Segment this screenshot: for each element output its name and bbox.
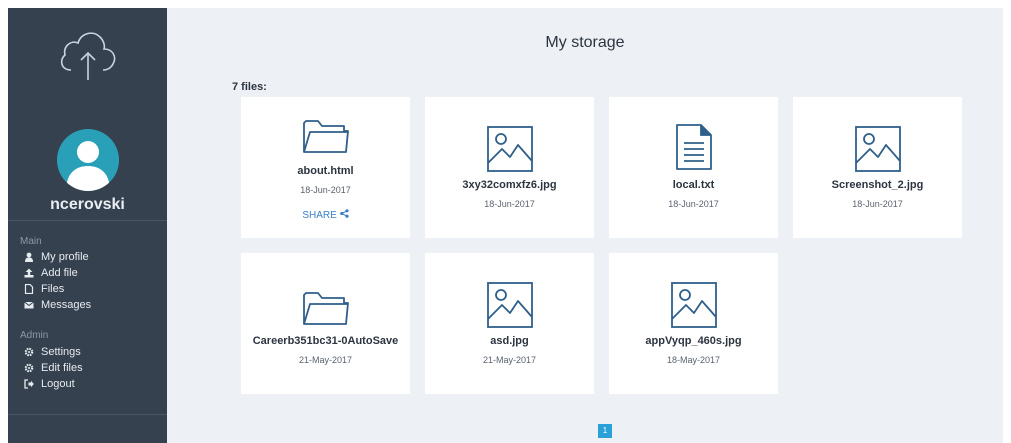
nav-item-messages[interactable]: Messages [24,298,91,312]
folder-icon [303,292,349,325]
main-content: My storage 7 files: about.html 18-Jun-20… [167,8,1003,443]
file-icon [24,284,34,294]
file-card[interactable]: Careerb351bc31-0AutoSave 21-May-2017 [241,253,410,394]
nav-item-label: Edit files [41,362,83,374]
file-count: 7 files: [232,81,267,93]
file-date: 21-May-2017 [298,355,353,365]
file-card[interactable]: local.txt 18-Jun-2017 [609,97,778,238]
file-date: 18-Jun-2017 [484,199,535,209]
share-button[interactable]: SHARE [241,209,410,221]
section-label-admin: Admin [20,330,49,341]
app-window: ncerovski Main My profile Add file Files… [8,8,1003,443]
file-card[interactable]: 3xy32comxfz6.jpg 18-Jun-2017 [425,97,594,238]
avatar[interactable] [57,129,119,191]
file-name: 3xy32comxfz6.jpg [462,179,557,191]
username: ncerovski [50,196,125,213]
file-name: about.html [297,165,354,177]
gear-icon [24,363,34,373]
share-label: SHARE [302,210,337,221]
user-icon [25,252,33,262]
envelope-icon [24,301,34,309]
cloud-upload-icon [60,32,116,80]
file-name: Screenshot_2.jpg [831,179,924,191]
file-card[interactable]: Screenshot_2.jpg 18-Jun-2017 [793,97,962,238]
nav-item-label: Files [41,283,65,295]
folder-icon [303,120,349,153]
file-name: asd.jpg [490,335,529,347]
nav-item-label: Settings [41,346,81,358]
divider [8,220,167,221]
file-date: 18-Jun-2017 [668,199,719,209]
nav-item-label: Logout [41,378,75,390]
file-name: local.txt [672,179,715,191]
file-card[interactable]: asd.jpg 21-May-2017 [425,253,594,394]
nav-item-my-profile[interactable]: My profile [24,250,89,264]
divider [8,414,167,415]
file-date: 18-May-2017 [666,355,721,365]
file-name: appVyqp_460s.jpg [645,335,742,347]
nav-item-edit-files[interactable]: Edit files [24,361,83,375]
nav-item-add-file[interactable]: Add file [24,266,78,280]
section-label-main: Main [20,236,42,247]
file-date: 18-Jun-2017 [300,185,351,195]
file-date: 21-May-2017 [482,355,537,365]
nav-item-label: My profile [41,251,89,263]
pagination-page-button[interactable]: 1 [598,424,612,438]
nav-item-logout[interactable]: Logout [24,377,75,391]
sidebar: ncerovski Main My profile Add file Files… [8,8,167,443]
image-icon [487,126,533,172]
file-date: 18-Jun-2017 [852,199,903,209]
image-icon [855,126,901,172]
user-silhouette-icon [66,141,110,191]
nav-item-label: Messages [41,299,92,311]
nav-item-files[interactable]: Files [24,282,64,296]
file-card[interactable]: appVyqp_460s.jpg 18-May-2017 [609,253,778,394]
gear-icon [24,347,34,357]
image-icon [487,282,533,328]
file-card[interactable]: about.html 18-Jun-2017 SHARE [241,97,410,238]
page-title: My storage [545,34,625,51]
nav-item-settings[interactable]: Settings [24,345,81,359]
upload-icon [24,268,34,278]
file-name: Careerb351bc31-0AutoSave [252,335,399,347]
document-icon [676,124,712,170]
share-icon [339,209,349,218]
image-icon [671,282,717,328]
logout-icon [24,379,34,389]
nav-item-label: Add file [41,267,78,279]
